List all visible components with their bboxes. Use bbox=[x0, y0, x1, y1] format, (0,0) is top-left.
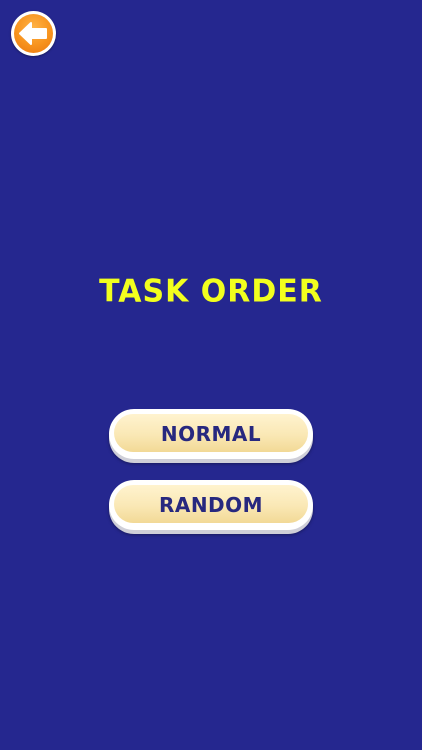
arrow-left-icon bbox=[19, 22, 47, 45]
back-button[interactable] bbox=[11, 11, 56, 56]
random-button-label: RANDOM bbox=[158, 493, 264, 517]
normal-button[interactable]: NORMAL bbox=[109, 409, 313, 459]
normal-button-label: NORMAL bbox=[160, 422, 262, 446]
random-button[interactable]: RANDOM bbox=[109, 480, 313, 530]
screen-title: TASK ORDER bbox=[99, 273, 323, 310]
